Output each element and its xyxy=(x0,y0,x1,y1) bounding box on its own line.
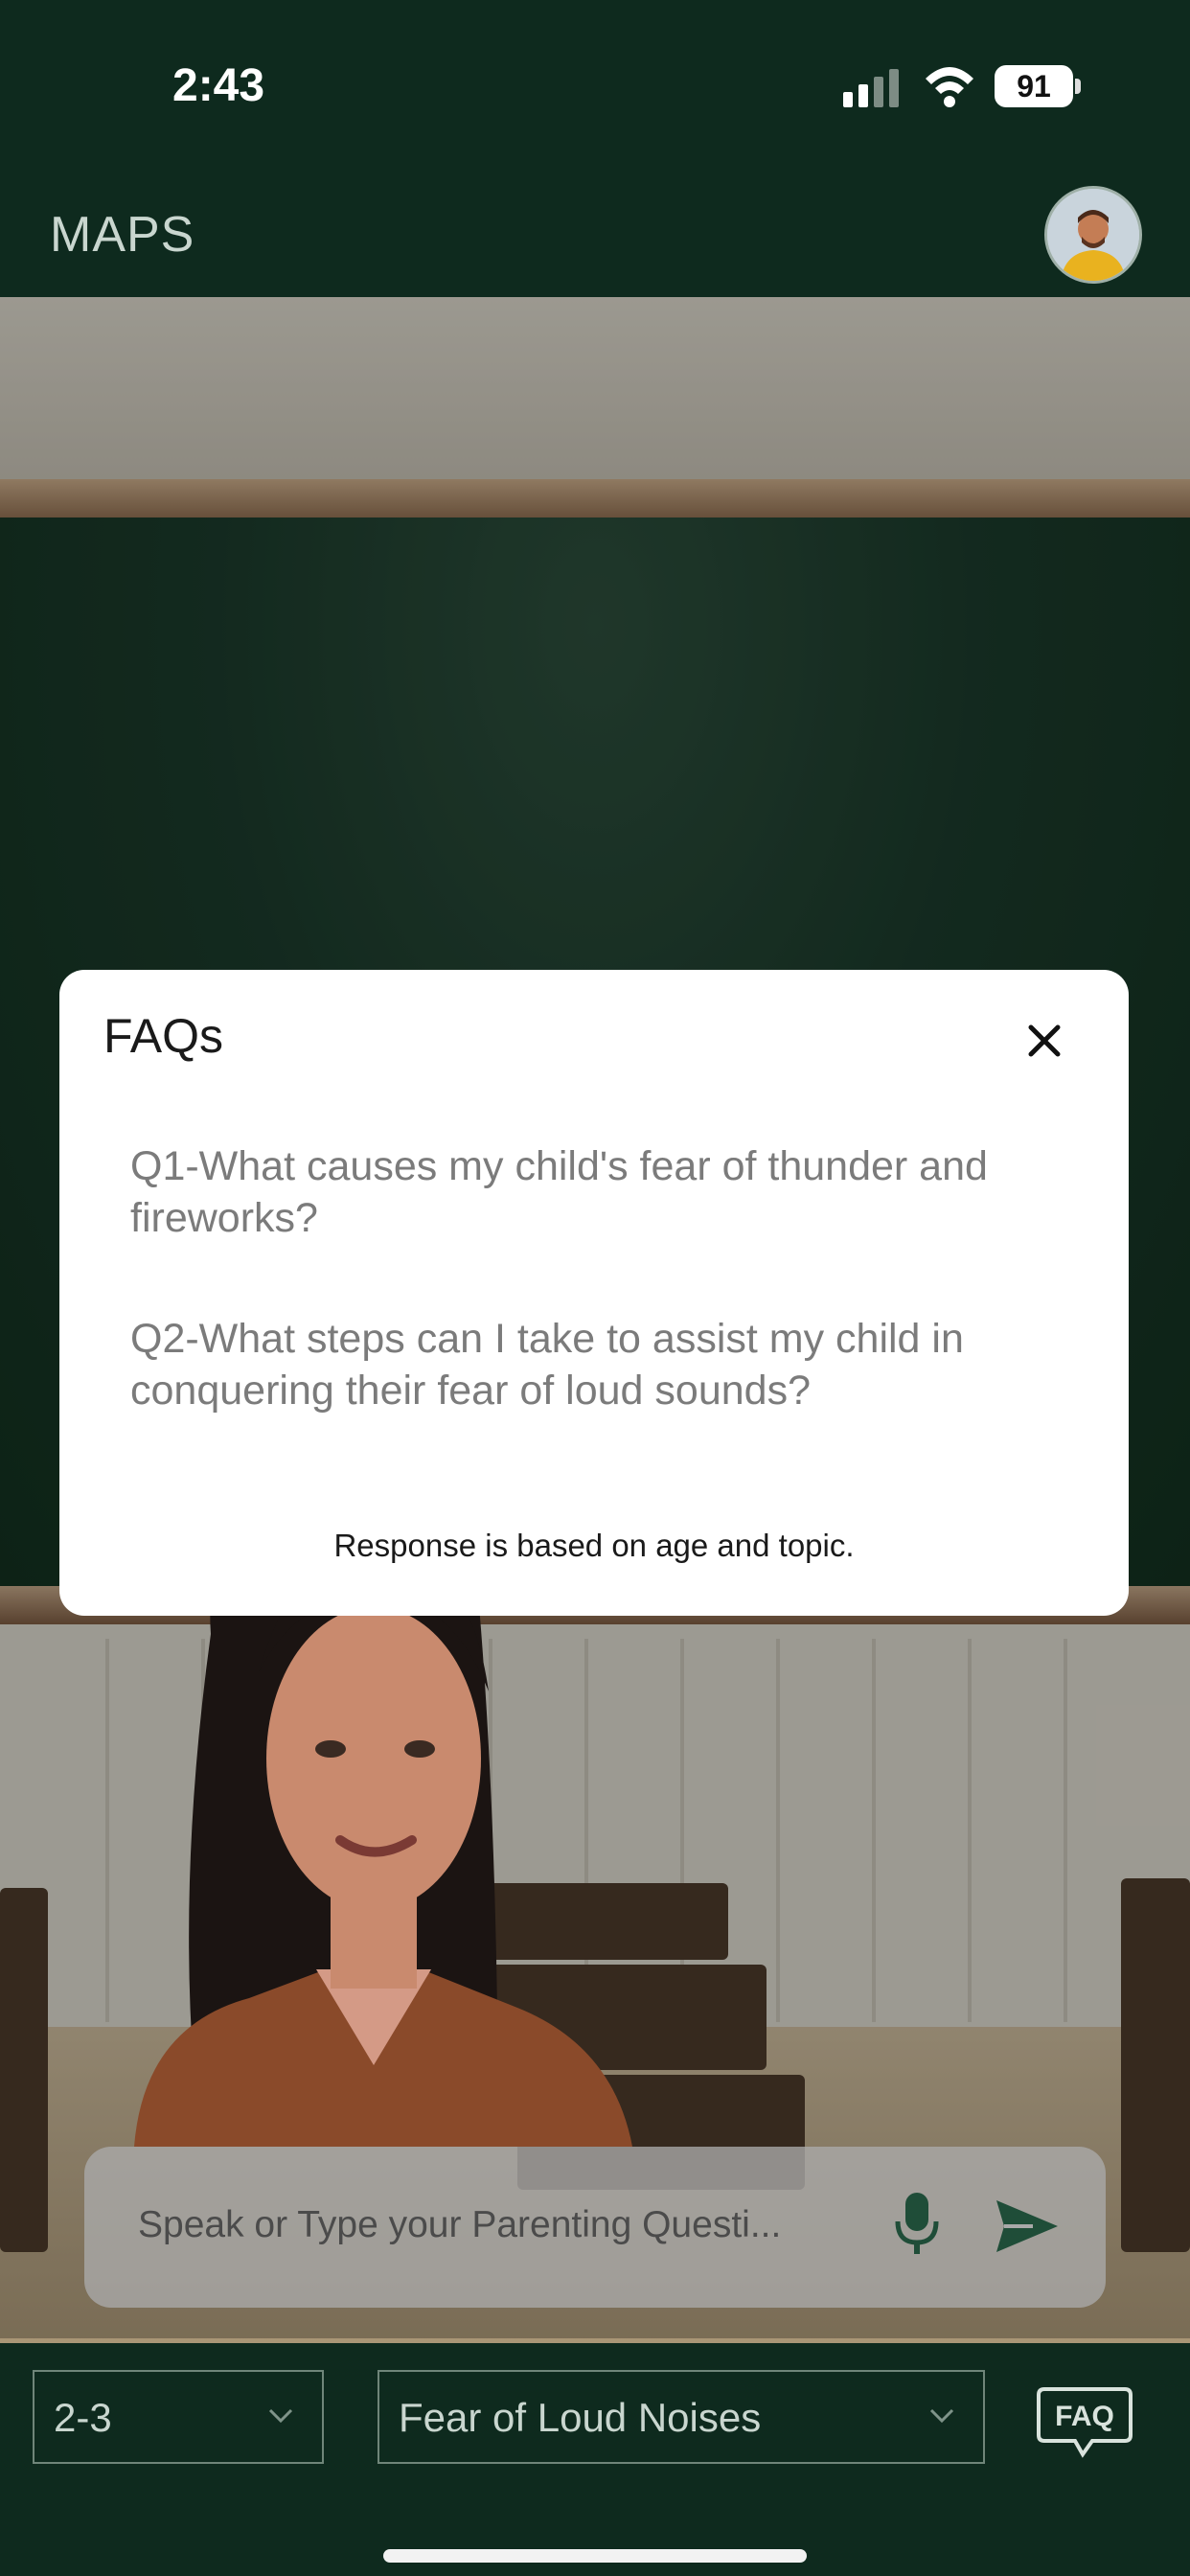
faq-question-1[interactable]: Q1-What causes my child's fear of thunde… xyxy=(130,1140,1088,1244)
cellular-signal-icon xyxy=(843,69,899,107)
app-title: MAPS xyxy=(50,207,195,263)
bottom-filter-bar: 2-3 Fear of Loud Noises FAQ xyxy=(0,2343,1190,2576)
status-time: 2:43 xyxy=(172,60,265,111)
avatar-illustration xyxy=(1047,189,1139,281)
chevron-down-icon xyxy=(929,2408,954,2424)
faq-question-2[interactable]: Q2-What steps can I take to assist my ch… xyxy=(130,1313,1088,1416)
home-indicator[interactable] xyxy=(383,2549,807,2563)
wifi-icon xyxy=(926,67,973,107)
topic-select-value: Fear of Loud Noises xyxy=(399,2395,762,2440)
age-select[interactable]: 2-3 xyxy=(33,2370,324,2464)
send-icon[interactable] xyxy=(995,2196,1060,2256)
faq-button[interactable]: FAQ xyxy=(1035,2385,1134,2460)
age-select-value: 2-3 xyxy=(54,2395,112,2440)
battery-indicator: 91 xyxy=(995,65,1073,107)
topic-select[interactable]: Fear of Loud Noises xyxy=(378,2370,985,2464)
faq-bubble-icon: FAQ xyxy=(1037,2387,1133,2458)
microphone-icon[interactable] xyxy=(894,2193,940,2258)
faq-modal-note: Response is based on age and topic. xyxy=(333,1528,855,1563)
faq-modal: FAQs Q1-What causes my child's fear of t… xyxy=(59,970,1129,1616)
faq-button-label: FAQ xyxy=(1055,2401,1114,2432)
faq-modal-title: FAQs xyxy=(103,1009,224,1063)
battery-tip xyxy=(1075,79,1081,94)
question-input[interactable]: Speak or Type your Parenting Questi... xyxy=(138,2204,781,2246)
user-avatar-icon[interactable] xyxy=(1044,186,1142,284)
close-icon[interactable] xyxy=(1018,1014,1071,1068)
question-input-bar[interactable]: Speak or Type your Parenting Questi... xyxy=(84,2147,1106,2308)
chevron-down-icon xyxy=(268,2408,293,2424)
status-bar: 2:43 91 xyxy=(0,0,1190,172)
